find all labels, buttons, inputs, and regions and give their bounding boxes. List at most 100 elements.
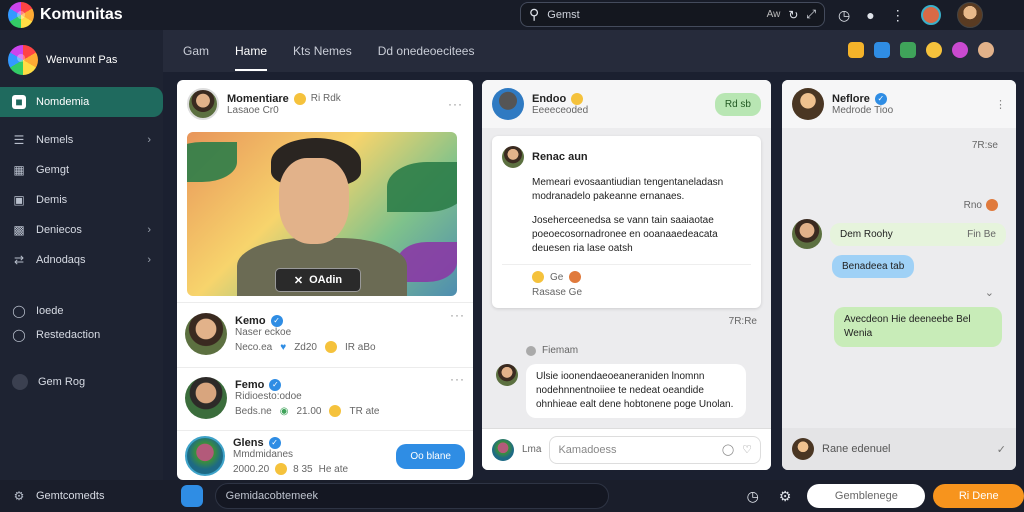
thread-column: Endoo Eeeeceoded Rd sb Renac aun Memeari… — [482, 80, 771, 470]
chat-input[interactable]: Rane edenuel — [822, 443, 989, 455]
search-tag: Aw — [766, 9, 781, 20]
stat-value: IR aBo — [344, 341, 376, 353]
bottom-field[interactable]: Gemblenege — [807, 484, 926, 508]
sidebar-item-1[interactable]: ☰ Nemels › — [0, 125, 163, 155]
person-sub: Naser eckoe — [235, 327, 292, 338]
app-logo[interactable]: Komunitas — [0, 2, 200, 28]
person-name: Glens — [233, 437, 264, 449]
card-meta: Ge — [550, 271, 564, 283]
person-name: Kemo — [235, 315, 266, 327]
stat-value: 2000.20 — [233, 463, 270, 475]
refresh-icon[interactable]: ↻ — [788, 8, 798, 22]
chevron-right-icon: › — [147, 224, 151, 236]
heart-icon[interactable]: ♡ — [742, 443, 752, 456]
sidebar-item-3[interactable]: ▣ Demis — [0, 185, 163, 215]
video-icon[interactable] — [874, 42, 890, 58]
grid-icon[interactable] — [900, 42, 916, 58]
tab-3[interactable]: Dd onedeoecitees — [378, 44, 475, 58]
bottom-input[interactable]: Gemidacobtemeek — [214, 483, 609, 509]
star-icon[interactable] — [848, 42, 864, 58]
post-image-label: OAdin — [309, 274, 343, 286]
timer-icon[interactable]: ◷ — [747, 488, 759, 505]
compose-icon[interactable] — [181, 485, 203, 507]
stat-value: TR ate — [349, 405, 380, 417]
reply-bubble[interactable]: Ulsie ioonendaeoeaneraniden lnomnn nodeh… — [526, 364, 746, 418]
sidebar-item-2[interactable]: ▦ Gemgt — [0, 155, 163, 185]
sidebar-item-user[interactable]: Gem Rog — [0, 367, 163, 397]
avatar[interactable] — [956, 2, 983, 28]
search-input[interactable]: Gemst — [547, 9, 758, 21]
clock-icon[interactable]: ◷ — [838, 7, 850, 24]
tab-1[interactable]: Hame — [235, 44, 268, 71]
send-icon[interactable]: ✓ — [997, 443, 1006, 456]
profile-icon[interactable] — [978, 42, 994, 58]
emoji-icon — [532, 271, 544, 283]
avatar[interactable] — [792, 88, 824, 120]
sidebar-item-4[interactable]: ▩ Deniecos › — [0, 215, 163, 245]
list-item[interactable]: Femo ✓ Ridioesto:odoe Beds.ne ◉ 21.00 TR … — [185, 372, 465, 424]
more-icon[interactable]: ··· — [448, 97, 463, 111]
system-message: Fiemam — [482, 327, 771, 356]
sidebar-item-label: Restedaction — [36, 329, 101, 341]
notification-icon[interactable] — [920, 5, 941, 25]
post-meta: Ri Rdk — [310, 93, 341, 104]
sidebar-footer[interactable]: ⚙ Gemtcomedts — [0, 480, 163, 512]
sidebar-item-0[interactable]: ■ Nomdemia — [0, 87, 163, 117]
info-icon — [526, 345, 536, 356]
chat-bubble-outgoing[interactable]: Avecdeon Hie deeneebe Bel Wenia — [834, 307, 1002, 347]
more-icon[interactable]: ⋮ — [995, 98, 1006, 111]
chat-subtitle: Medrode Tioo — [832, 104, 894, 116]
avatar[interactable] — [187, 88, 219, 120]
help-icon: ◯ — [12, 304, 26, 318]
post-image[interactable]: ✕ OAdin — [187, 132, 457, 296]
thread-subtitle: Eeeeceoded — [532, 104, 589, 116]
chat-bubble-incoming[interactable]: Dem Roohy Fin Be — [830, 222, 1006, 246]
emoji-icon — [324, 341, 337, 353]
tab-0[interactable]: Gam — [183, 44, 209, 58]
list-icon: ☰ — [13, 133, 25, 147]
attach-icon[interactable]: ◯ — [722, 443, 734, 456]
verified-icon: ✓ — [874, 92, 887, 105]
reply-button[interactable]: Oo blane — [396, 443, 465, 469]
chat-header: Neflore ✓ Medrode Tioo ⋮ — [782, 80, 1016, 128]
tab-2[interactable]: Kts Nemes — [293, 44, 352, 58]
group-icon[interactable] — [952, 42, 968, 58]
top-actions: ◷ ● ⋮ — [838, 0, 983, 30]
post-image-badge[interactable]: ✕ OAdin — [275, 268, 361, 292]
sidebar-item-5[interactable]: ⇄ Adnodaqs › — [0, 245, 163, 275]
timestamp: 7R:Re — [728, 316, 757, 327]
primary-button[interactable]: Ri Dene — [933, 484, 1024, 508]
chat-bubble-incoming[interactable]: Benadeea tab — [832, 255, 915, 278]
gear-icon[interactable]: ⚙ — [779, 488, 792, 505]
more-icon[interactable]: ··· — [450, 372, 465, 386]
message-card[interactable]: Renac aun Memeari evosaantiudian tengent… — [492, 136, 761, 308]
post-author[interactable]: Momentiare — [227, 93, 289, 105]
sidebar-item-history[interactable]: ◯ Restedaction — [0, 323, 163, 347]
list-item[interactable]: Glens ✓ Mmdmidanes 2000.20 8 35 He ate Oo… — [185, 434, 465, 478]
avatar — [496, 364, 518, 386]
message-icon: ▩ — [13, 223, 25, 237]
chat-icon: ■ — [12, 95, 26, 109]
message-input[interactable]: Kamadoess ◯ ♡ — [549, 435, 761, 464]
more-icon[interactable]: ⋮ — [891, 7, 905, 24]
settings-icon: ⚙ — [13, 489, 25, 503]
more-icon[interactable]: ··· — [450, 308, 465, 322]
list-item[interactable]: Kemo ✓ Naser eckoe Neco.ea ♥ Zd20 IR aBo … — [185, 308, 465, 360]
avatar — [792, 438, 814, 460]
emoji-icon — [569, 271, 582, 283]
timestamp: 7R:se — [971, 140, 998, 151]
expand-icon[interactable]: ⤢ — [806, 7, 816, 22]
search-bar[interactable]: ⚲ Gemst Aw ↻ ⤢ — [520, 2, 825, 27]
emoji-icon[interactable] — [926, 42, 942, 58]
chat-bubble-icon[interactable]: ● — [866, 7, 874, 23]
chevron-down-icon[interactable]: ⌄ — [782, 278, 1016, 299]
sidebar-item-help[interactable]: ◯ Ioede — [0, 299, 163, 323]
chevron-right-icon: › — [147, 254, 151, 266]
reaction-pill[interactable]: Rd sb — [714, 92, 761, 116]
stat-value: 8 35 — [293, 463, 313, 475]
read-label: Rno — [963, 199, 982, 211]
sidebar-header[interactable]: Wenvunnt Pas — [0, 30, 163, 87]
avatar[interactable] — [492, 88, 524, 120]
stat-value: Zd20 — [294, 341, 317, 353]
thread-header: Endoo Eeeeceoded Rd sb — [482, 80, 771, 128]
